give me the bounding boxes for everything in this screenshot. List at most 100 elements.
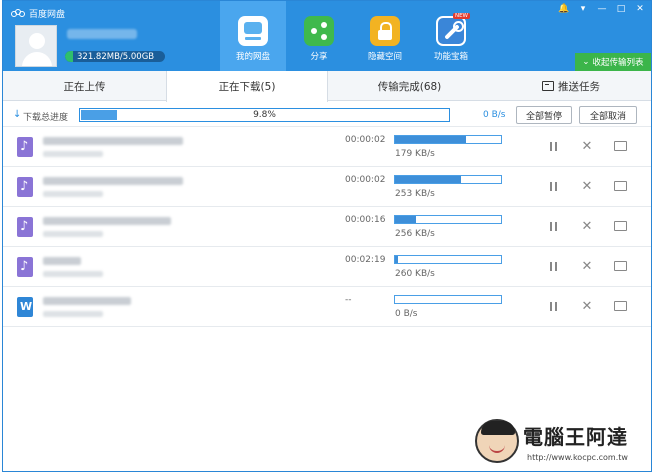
file-progress-fill bbox=[395, 176, 461, 183]
tab-uploading[interactable]: 正在上传 bbox=[3, 71, 166, 101]
file-progress-bar bbox=[394, 295, 502, 304]
file-name-blurred bbox=[43, 257, 81, 265]
file-size-blurred bbox=[43, 311, 103, 317]
folder-icon[interactable] bbox=[613, 139, 627, 153]
download-speed: 256 KB/s bbox=[395, 229, 435, 239]
pause-icon[interactable] bbox=[546, 219, 560, 233]
nav-my-disk-label: 我的网盘 bbox=[235, 52, 270, 62]
quota-text: 321.82MB/5.00GB bbox=[77, 52, 155, 62]
time-remaining: -- bbox=[345, 295, 352, 305]
watermark-text: 電腦王阿達 bbox=[523, 425, 628, 449]
quota-bar: 321.82MB/5.00GB bbox=[65, 51, 165, 62]
username-blurred[interactable] bbox=[67, 29, 137, 39]
download-row[interactable]: 00:00:16 256 KB/s ✕ bbox=[3, 207, 651, 247]
nav-toolbox[interactable]: NEW 功能宝箱 bbox=[418, 1, 484, 71]
tab-completed-label: 传输完成(68) bbox=[377, 80, 442, 93]
nav-my-disk[interactable]: 我的网盘 bbox=[220, 1, 286, 71]
nav-hidden-space[interactable]: 隐藏空间 bbox=[352, 1, 418, 71]
app-title: 百度网盘 bbox=[11, 7, 65, 20]
download-speed: 253 KB/s bbox=[395, 189, 435, 199]
time-remaining: 00:00:02 bbox=[345, 135, 386, 145]
total-progress-bar: 9.8% bbox=[79, 108, 450, 122]
file-progress-fill bbox=[395, 256, 399, 263]
download-row[interactable]: 00:00:02 179 KB/s ✕ bbox=[3, 127, 651, 167]
file-progress-fill bbox=[395, 216, 417, 223]
quota-bar-fill bbox=[65, 51, 73, 62]
push-task-icon bbox=[542, 81, 554, 91]
cancel-icon[interactable]: ✕ bbox=[580, 139, 594, 154]
pause-icon[interactable] bbox=[546, 139, 560, 153]
pause-icon[interactable] bbox=[546, 299, 560, 313]
tab-push-tasks-label: 推送任务 bbox=[558, 80, 600, 93]
file-size-blurred bbox=[43, 191, 103, 197]
file-name-blurred bbox=[43, 177, 183, 185]
pause-all-button[interactable]: 全部暂停 bbox=[516, 106, 572, 124]
folder-icon[interactable] bbox=[613, 179, 627, 193]
total-progress-percent: 9.8% bbox=[253, 110, 276, 120]
download-speed: 260 KB/s bbox=[395, 269, 435, 279]
download-row[interactable]: 00:02:19 260 KB/s ✕ bbox=[3, 247, 651, 287]
word-file-icon bbox=[17, 297, 33, 317]
close-icon[interactable]: ✕ bbox=[633, 3, 647, 15]
cancel-icon[interactable]: ✕ bbox=[580, 259, 594, 274]
folder-icon[interactable] bbox=[613, 259, 627, 273]
folder-icon[interactable] bbox=[613, 219, 627, 233]
download-row[interactable]: 00:00:02 253 KB/s ✕ bbox=[3, 167, 651, 207]
total-progress-row: ↓ 下载总进度 9.8% 0 B/s 全部暂停 全部取消 bbox=[3, 103, 651, 127]
bell-icon[interactable]: 🔔 bbox=[557, 3, 571, 15]
nav-share-label: 分享 bbox=[310, 52, 328, 62]
watermark-url: http://www.kocpc.com.tw bbox=[527, 453, 628, 462]
file-name-blurred bbox=[43, 217, 171, 225]
avatar[interactable] bbox=[15, 25, 57, 67]
tab-downloading[interactable]: 正在下载(5) bbox=[166, 71, 328, 102]
cancel-icon[interactable]: ✕ bbox=[580, 219, 594, 234]
watermark: 電腦王阿達 http://www.kocpc.com.tw bbox=[475, 419, 645, 469]
chevron-down-icon: ⌄ bbox=[582, 57, 590, 67]
download-arrow-icon: ↓ bbox=[13, 109, 22, 120]
file-name-blurred bbox=[43, 137, 183, 145]
cloud-disk-icon bbox=[238, 16, 268, 46]
download-speed: 0 B/s bbox=[395, 309, 418, 319]
nav-toolbox-label: 功能宝箱 bbox=[433, 52, 468, 62]
file-size-blurred bbox=[43, 271, 103, 277]
menu-dropdown-icon[interactable]: ▾ bbox=[576, 3, 590, 15]
file-name-blurred bbox=[43, 297, 131, 305]
pause-icon[interactable] bbox=[546, 179, 560, 193]
collapse-transfer-list-label: 收起传输列表 bbox=[592, 58, 644, 68]
tab-completed[interactable]: 传输完成(68) bbox=[328, 71, 491, 101]
lock-icon bbox=[370, 16, 400, 46]
cancel-icon[interactable]: ✕ bbox=[580, 179, 594, 194]
cancel-icon[interactable]: ✕ bbox=[580, 299, 594, 314]
file-size-blurred bbox=[43, 151, 103, 157]
file-progress-bar bbox=[394, 175, 502, 184]
file-progress-bar bbox=[394, 215, 502, 224]
tab-push-tasks[interactable]: 推送任务 bbox=[491, 71, 651, 101]
folder-icon[interactable] bbox=[613, 299, 627, 313]
tab-uploading-label: 正在上传 bbox=[63, 80, 106, 93]
transfer-tabs: 正在上传 正在下载(5) 传输完成(68) 推送任务 bbox=[3, 71, 651, 102]
music-file-icon bbox=[17, 257, 33, 277]
nav-hidden-space-label: 隐藏空间 bbox=[367, 52, 402, 62]
new-badge: NEW bbox=[452, 13, 470, 19]
maximize-icon[interactable]: □ bbox=[614, 3, 628, 15]
minimize-icon[interactable]: — bbox=[595, 3, 609, 15]
time-remaining: 00:00:16 bbox=[345, 215, 386, 225]
baidu-netdisk-window: 百度网盘 321.82MB/5.00GB 我的网盘 分享 隐藏空间 NEW 功能… bbox=[2, 0, 652, 472]
header-bar: 百度网盘 321.82MB/5.00GB 我的网盘 分享 隐藏空间 NEW 功能… bbox=[3, 1, 651, 71]
download-speed: 179 KB/s bbox=[395, 149, 435, 159]
file-progress-fill bbox=[395, 136, 467, 143]
file-size-blurred bbox=[43, 231, 103, 237]
collapse-transfer-list-button[interactable]: ⌄ 收起传输列表 bbox=[575, 53, 651, 71]
app-title-text: 百度网盘 bbox=[29, 10, 66, 20]
music-file-icon bbox=[17, 217, 33, 237]
main-nav: 我的网盘 分享 隐藏空间 NEW 功能宝箱 bbox=[220, 1, 484, 71]
file-progress-bar bbox=[394, 135, 502, 144]
pause-icon[interactable] bbox=[546, 259, 560, 273]
nav-share[interactable]: 分享 bbox=[286, 1, 352, 71]
time-remaining: 00:00:02 bbox=[345, 175, 386, 185]
file-progress-bar bbox=[394, 255, 502, 264]
cancel-all-button[interactable]: 全部取消 bbox=[579, 106, 637, 124]
time-remaining: 00:02:19 bbox=[345, 255, 386, 265]
download-row[interactable]: -- 0 B/s ✕ bbox=[3, 287, 651, 327]
tab-downloading-label: 正在下载(5) bbox=[218, 81, 276, 93]
